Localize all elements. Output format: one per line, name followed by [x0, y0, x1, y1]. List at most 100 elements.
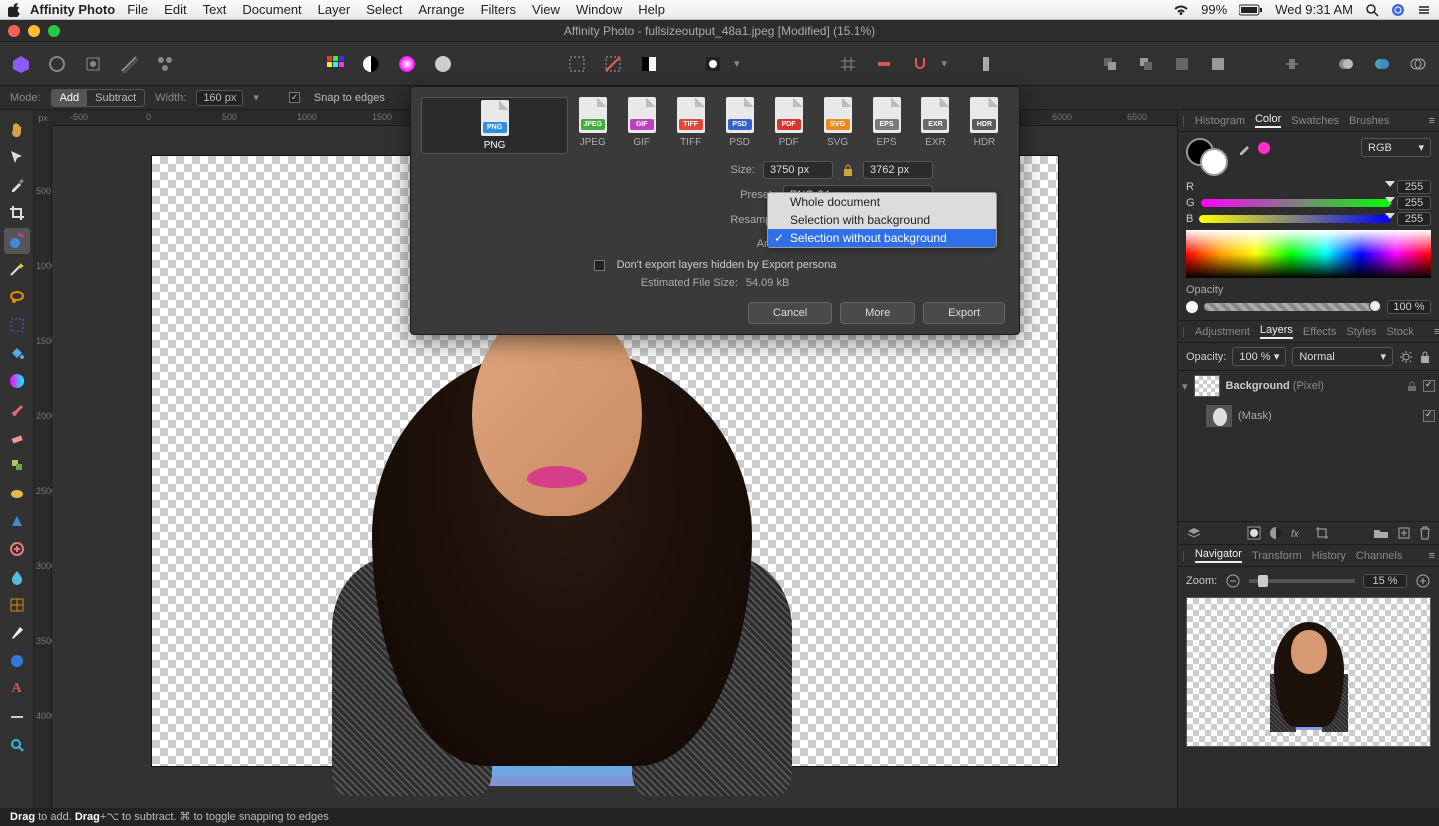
toolbar-hue-icon[interactable] — [392, 49, 422, 79]
layer-background[interactable]: ▾ Background (Pixel) — [1178, 371, 1439, 401]
menu-edit[interactable]: Edit — [164, 2, 186, 17]
erase-tool-icon[interactable] — [4, 424, 30, 450]
hand-tool-icon[interactable] — [4, 116, 30, 142]
menu-view[interactable]: View — [532, 2, 560, 17]
toolbar-arrange2-icon[interactable] — [1131, 49, 1161, 79]
gear-icon[interactable] — [1399, 350, 1413, 364]
heal-tool-icon[interactable] — [4, 536, 30, 562]
zoom-tool-icon[interactable] — [4, 732, 30, 758]
menu-window[interactable]: Window — [576, 2, 622, 17]
shape-tool-icon[interactable] — [4, 648, 30, 674]
channel-g[interactable]: G255 — [1186, 196, 1431, 210]
persona-tone-icon[interactable] — [114, 49, 144, 79]
zoom-slider[interactable] — [1249, 579, 1355, 583]
mask-icon[interactable] — [1247, 526, 1261, 540]
color-swatch-pair[interactable] — [1186, 138, 1230, 178]
format-hdr[interactable]: HDRHDR — [960, 97, 1009, 154]
channel-r[interactable]: R255 — [1186, 180, 1431, 194]
size-width-field[interactable]: 3750 px — [763, 161, 833, 179]
toolbar-boolean1-icon[interactable] — [1331, 49, 1361, 79]
menu-filters[interactable]: Filters — [481, 2, 516, 17]
toolbar-arrange3-icon[interactable] — [1167, 49, 1197, 79]
toolbar-boolean2-icon[interactable] — [1367, 49, 1397, 79]
tab-brushes[interactable]: Brushes — [1349, 115, 1389, 127]
toolbar-refine-icon[interactable] — [634, 49, 664, 79]
size-height-field[interactable]: 3762 px — [863, 161, 933, 179]
toolbar-deselect-icon[interactable] — [598, 49, 628, 79]
window-zoom[interactable] — [48, 25, 60, 37]
toolbar-quickmask-icon[interactable] — [698, 49, 728, 79]
toolbar-assistant-icon[interactable] — [971, 49, 1001, 79]
toolbar-arrange1-icon[interactable] — [1095, 49, 1125, 79]
cancel-button[interactable]: Cancel — [748, 302, 832, 324]
more-button[interactable]: More — [840, 302, 915, 324]
tab-histogram[interactable]: Histogram — [1195, 115, 1245, 127]
format-svg[interactable]: SVGSVG — [813, 97, 862, 154]
persona-develop-icon[interactable] — [78, 49, 108, 79]
tab-adjustment[interactable]: Adjustment — [1195, 326, 1250, 338]
color-mode-select[interactable]: RGB▾ — [1361, 138, 1431, 157]
tab-effects[interactable]: Effects — [1303, 326, 1336, 338]
tab-styles[interactable]: Styles — [1346, 326, 1376, 338]
zoom-in-icon[interactable] — [1415, 573, 1431, 589]
adjustment-icon[interactable] — [1269, 526, 1283, 540]
mode-subtract[interactable]: Subtract — [87, 90, 144, 106]
navigator-preview[interactable] — [1186, 597, 1431, 747]
toolbar-soft-icon[interactable] — [428, 49, 458, 79]
format-tiff[interactable]: TIFFTIFF — [666, 97, 715, 154]
tab-swatches[interactable]: Swatches — [1291, 115, 1339, 127]
trash-icon[interactable] — [1419, 526, 1431, 540]
menu-document[interactable]: Document — [242, 2, 301, 17]
layers-stack-icon[interactable] — [1186, 526, 1202, 540]
lasso-tool-icon[interactable] — [4, 284, 30, 310]
format-pdf[interactable]: PDFPDF — [764, 97, 813, 154]
clone-tool-icon[interactable] — [4, 452, 30, 478]
area-option-without-bg[interactable]: ✓Selection without background — [768, 229, 996, 247]
move-tool-icon[interactable] — [4, 144, 30, 170]
marquee-tool-icon[interactable] — [4, 312, 30, 338]
menu-help[interactable]: Help — [638, 2, 665, 17]
recent-color-swatch[interactable] — [1258, 142, 1270, 154]
spotlight-icon[interactable] — [1365, 3, 1379, 17]
lock-icon[interactable] — [1419, 350, 1431, 364]
blur-tool-icon[interactable] — [4, 564, 30, 590]
panel-menu-icon[interactable]: ≡ — [1429, 550, 1435, 562]
siri-icon[interactable] — [1391, 3, 1405, 17]
flood-fill-tool-icon[interactable] — [4, 340, 30, 366]
persona-export-icon[interactable] — [150, 49, 180, 79]
area-option-with-bg[interactable]: Selection with background — [768, 211, 996, 229]
dont-export-hidden-checkbox[interactable] — [594, 260, 605, 271]
format-eps[interactable]: EPSEPS — [862, 97, 911, 154]
wifi-icon[interactable] — [1173, 4, 1189, 16]
menu-layer[interactable]: Layer — [318, 2, 351, 17]
zoom-out-icon[interactable] — [1225, 573, 1241, 589]
control-center-icon[interactable] — [1417, 3, 1431, 17]
layer-opacity-field[interactable]: 100 %▾ — [1232, 347, 1286, 366]
fx-icon[interactable]: fx — [1291, 527, 1307, 539]
window-minimize[interactable] — [28, 25, 40, 37]
crop-layer-icon[interactable] — [1315, 526, 1329, 540]
folder-icon[interactable] — [1373, 527, 1389, 539]
toolbar-grid-icon[interactable] — [833, 49, 863, 79]
toolbar-arrange4-icon[interactable] — [1203, 49, 1233, 79]
menu-text[interactable]: Text — [203, 2, 227, 17]
toolbar-align-icon[interactable] — [1277, 49, 1307, 79]
eyedropper-icon[interactable] — [1238, 141, 1252, 155]
layer-mask[interactable]: (Mask) — [1178, 401, 1439, 431]
sponge-tool-icon[interactable] — [4, 480, 30, 506]
menu-file[interactable]: File — [127, 2, 148, 17]
text-tool-icon[interactable]: A — [4, 676, 30, 702]
toolbar-boolean3-icon[interactable] — [1403, 49, 1433, 79]
export-button[interactable]: Export — [923, 302, 1005, 324]
toolbar-snap-icon[interactable] — [905, 49, 935, 79]
gradient-tool-icon[interactable] — [4, 368, 30, 394]
channel-b[interactable]: B255 — [1186, 212, 1431, 226]
selection-brush-tool-icon[interactable] — [4, 228, 30, 254]
persona-liquify-icon[interactable] — [42, 49, 72, 79]
tab-channels[interactable]: Channels — [1356, 550, 1402, 562]
menu-arrange[interactable]: Arrange — [418, 2, 464, 17]
persona-photo-icon[interactable] — [6, 49, 36, 79]
tab-stock[interactable]: Stock — [1386, 326, 1414, 338]
mask-visible-checkbox[interactable] — [1423, 410, 1435, 422]
toolbar-swatches-icon[interactable] — [320, 49, 350, 79]
